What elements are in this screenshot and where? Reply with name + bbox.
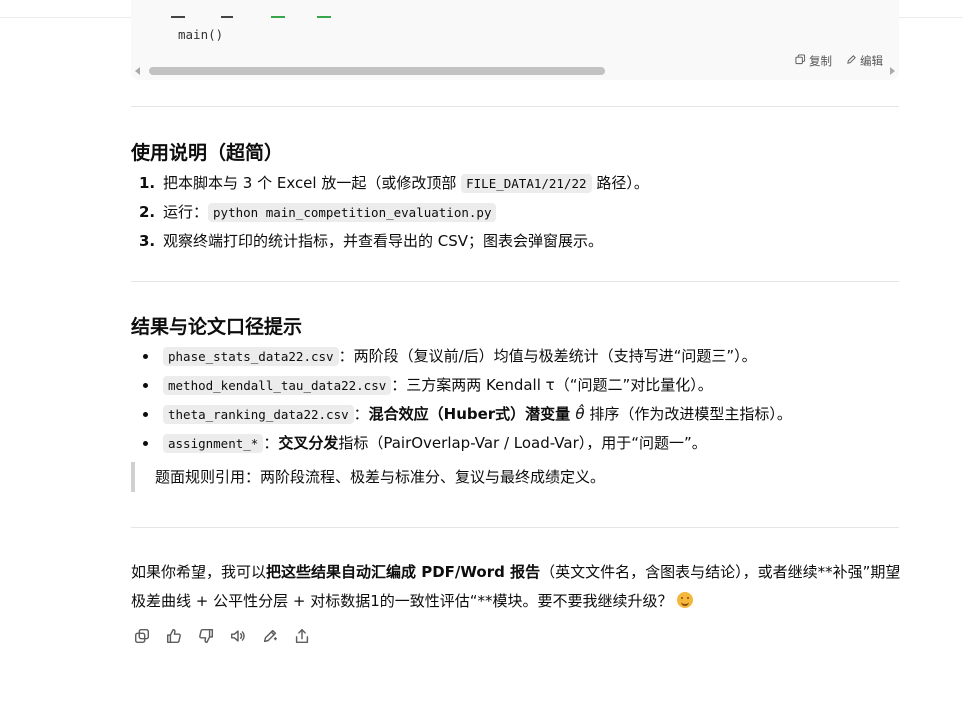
section-divider (131, 281, 899, 282)
code-block: main() 复制 编辑 (131, 0, 899, 80)
results-list: phase_stats_data22.csv ：两阶段（复议前/后）均值与极差统计… (131, 343, 911, 459)
list-item: method_kendall_tau_data22.csv ：三方案两两 Kend… (131, 372, 911, 401)
usage-list: 1. 把本脚本与 3 个 Excel 放一起（或修改顶部 FILE_DATA1/… (131, 170, 911, 257)
copy-icon (133, 627, 151, 649)
closing-paragraph: 如果你希望，我可以把这些结果自动汇编成 PDF/Word 报告（英文文件名，含图… (131, 563, 901, 610)
scroll-thumb[interactable] (149, 67, 605, 75)
edit-button[interactable] (259, 627, 281, 649)
share-icon (293, 627, 311, 649)
share-button[interactable] (291, 627, 313, 649)
code-horizontal-scrollbar[interactable] (135, 66, 895, 76)
inline-code: phase_stats_data22.csv (163, 347, 339, 366)
bullet (143, 441, 148, 446)
edit-icon (261, 627, 279, 649)
good-response-button[interactable] (163, 627, 185, 649)
bullet (143, 412, 148, 417)
thumbs-down-icon (197, 627, 215, 649)
read-aloud-button[interactable] (227, 627, 249, 649)
scroll-left-arrow[interactable] (135, 67, 140, 75)
inline-code: theta_ranking_data22.csv (163, 405, 354, 424)
inline-code: assignment_* (163, 434, 264, 453)
read-aloud-icon (229, 627, 247, 649)
inline-code: FILE_DATA1/21/22 (461, 174, 592, 193)
copy-button[interactable] (131, 627, 153, 649)
message-action-toolbar (131, 627, 313, 649)
section-divider (131, 106, 899, 107)
list-item: assignment_* ：交叉分发指标（PairOverlap-Var / Lo… (131, 430, 911, 459)
blockquote: 题面规则引用：两阶段流程、极差与标准分、复议与最终成绩定义。 (131, 462, 891, 492)
inline-code: method_kendall_tau_data22.csv (163, 376, 392, 395)
bullet (143, 383, 148, 388)
code-line: main() (178, 27, 224, 42)
bullet (143, 354, 148, 359)
list-item: phase_stats_data22.csv ：两阶段（复议前/后）均值与极差统计… (131, 343, 911, 372)
thumbs-up-icon (165, 627, 183, 649)
list-item: 1. 把本脚本与 3 个 Excel 放一起（或修改顶部 FILE_DATA1/… (139, 174, 649, 193)
scroll-right-arrow[interactable] (890, 67, 895, 75)
smiling-face-emoji (677, 591, 694, 608)
results-heading: 结果与论文口径提示 (131, 316, 303, 338)
list-item: theta_ranking_data22.csv ：混合效应（Huber式）潜变量… (131, 401, 911, 430)
section-divider (131, 527, 899, 528)
theta-hat-symbol: θ̂ (575, 405, 585, 423)
usage-heading: 使用说明（超简） (131, 142, 284, 164)
list-item: 2. 运行： python main_competition_evaluation… (131, 199, 911, 228)
list-item: 3. 观察终端打印的统计指标，并查看导出的 CSV；图表会弹窗展示。 (139, 232, 604, 250)
bad-response-button[interactable] (195, 627, 217, 649)
inline-code: python main_competition_evaluation.py (208, 203, 497, 222)
code-cropped-line (171, 8, 351, 18)
